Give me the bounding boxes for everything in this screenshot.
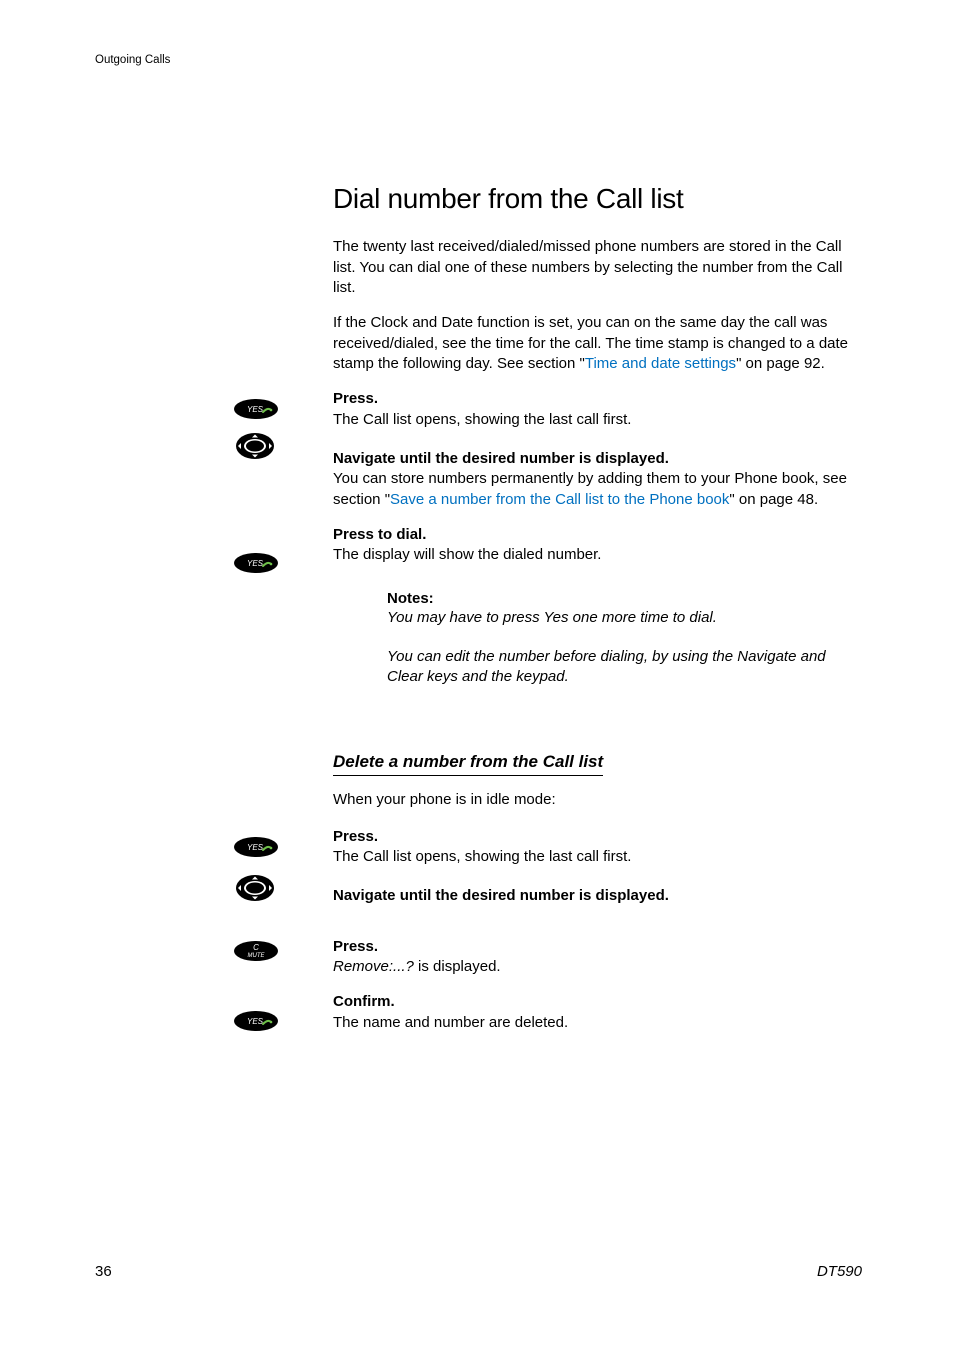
c-mute-button-icon: C MUTE [233, 940, 279, 967]
sub-step-3-remove-text: Remove:...? [333, 958, 414, 975]
svg-text:YES: YES [247, 405, 264, 414]
footer-model: DT590 [817, 1263, 862, 1280]
intro-paragraph-2-suffix: " on page 92. [736, 355, 825, 372]
step-1-body: The Call list opens, showing the last ca… [333, 410, 863, 431]
step-2-body: You can store numbers permanently by add… [333, 469, 863, 510]
page-number: 36 [95, 1263, 112, 1280]
navigate-button-icon [235, 874, 275, 907]
sub-step-3-title: Press. [333, 937, 863, 958]
yes-button-icon: YES [233, 836, 279, 863]
svg-text:YES: YES [247, 1017, 264, 1026]
sub-step-1-title: Press. [333, 827, 863, 848]
step-2-title: Navigate until the desired number is dis… [333, 449, 863, 470]
notes-body-2: You can edit the number before dialing, … [387, 647, 863, 688]
navigate-button-icon [235, 432, 275, 465]
intro-paragraph-2: If the Clock and Date function is set, y… [333, 313, 863, 375]
intro-paragraph-1: The twenty last received/dialed/missed p… [333, 237, 863, 299]
step-3-body: The display will show the dialed number. [333, 545, 863, 566]
notes-body-1: You may have to press Yes one more time … [387, 608, 863, 629]
yes-button-icon: YES [233, 398, 279, 425]
svg-text:C: C [253, 943, 259, 952]
notes-block: Notes: You may have to press Yes one mor… [387, 590, 863, 688]
notes-title: Notes: [387, 590, 863, 607]
page-header: Outgoing Calls [95, 54, 170, 66]
sub-step-4-title: Confirm. [333, 992, 863, 1013]
content-area: Dial number from the Call list The twent… [333, 183, 863, 1048]
sub-step-1-body: The Call list opens, showing the last ca… [333, 847, 863, 868]
sub-step-3-body: Remove:...? is displayed. [333, 957, 863, 978]
svg-text:YES: YES [247, 843, 264, 852]
step-3-title: Press to dial. [333, 525, 863, 546]
page-title: Dial number from the Call list [333, 183, 863, 215]
svg-text:YES: YES [247, 559, 264, 568]
time-date-settings-link[interactable]: Time and date settings [585, 355, 736, 372]
step-1-title: Press. [333, 389, 863, 410]
sub-step-4-body: The name and number are deleted. [333, 1013, 863, 1034]
yes-button-icon: YES [233, 1010, 279, 1037]
sub-step-3-suffix: is displayed. [414, 958, 501, 975]
save-number-link[interactable]: Save a number from the Call list to the … [390, 491, 729, 508]
subsection-intro: When your phone is in idle mode: [333, 790, 863, 811]
subsection-title: Delete a number from the Call list [333, 752, 603, 776]
yes-button-icon: YES [233, 552, 279, 579]
svg-text:MUTE: MUTE [248, 953, 266, 959]
step-2-suffix: " on page 48. [729, 491, 818, 508]
sub-step-2-title: Navigate until the desired number is dis… [333, 886, 863, 907]
